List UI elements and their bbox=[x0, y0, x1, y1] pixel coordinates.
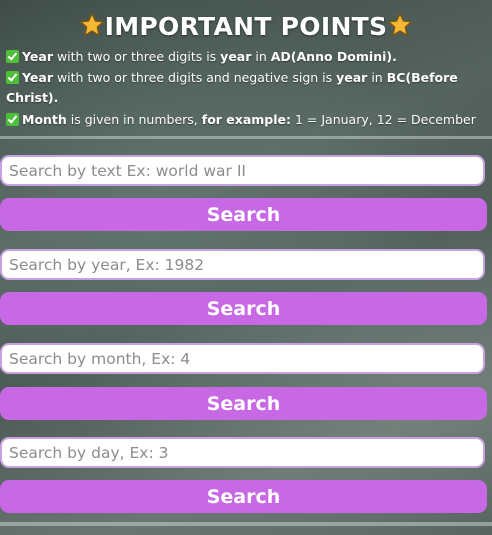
search-day-button[interactable]: Search bbox=[0, 480, 487, 513]
star-icon bbox=[78, 12, 105, 37]
important-points-panel: IMPORTANT POINTS Year with two or three … bbox=[0, 0, 492, 136]
point-bc-years: Year with two or three digits and negati… bbox=[6, 70, 458, 105]
point-month-numbers: Month is given in numbers, for example: … bbox=[6, 110, 484, 130]
search-text-input[interactable] bbox=[0, 155, 485, 186]
search-year-button[interactable]: Search bbox=[0, 292, 487, 325]
search-text-button[interactable]: Search bbox=[0, 198, 487, 231]
search-year-input[interactable] bbox=[0, 249, 485, 280]
background-streak bbox=[0, 522, 492, 526]
search-day-input[interactable] bbox=[0, 437, 485, 468]
star-icon bbox=[387, 12, 414, 37]
search-month-button[interactable]: Search bbox=[0, 387, 487, 420]
title-text: IMPORTANT POINTS bbox=[104, 12, 388, 41]
background-streak bbox=[0, 136, 492, 139]
page-title: IMPORTANT POINTS bbox=[0, 12, 492, 41]
point-ad-years: Year with two or three digits is year in… bbox=[6, 47, 484, 67]
search-month-input[interactable] bbox=[0, 343, 485, 374]
check-mark-icon bbox=[6, 113, 19, 126]
check-mark-icon bbox=[6, 50, 19, 63]
check-mark-icon bbox=[6, 71, 19, 84]
